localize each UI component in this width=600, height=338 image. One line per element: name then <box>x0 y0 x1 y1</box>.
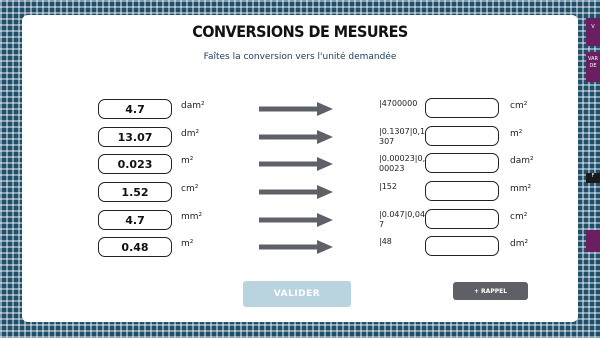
source-unit: dam² <box>181 101 205 111</box>
typed-answer-text: |0.00023|0,00023 <box>379 154 426 173</box>
conversion-row: 4.7 mm² |0.047|0,047 cm² <box>22 209 578 234</box>
arrow-right-icon <box>259 213 333 227</box>
arrow-right-icon <box>259 102 333 116</box>
answer-input[interactable] <box>425 209 499 229</box>
typed-answer-text: |0.047|0,047 <box>379 210 426 229</box>
side-tab-4[interactable] <box>586 230 600 252</box>
arrow-right-icon <box>259 157 333 171</box>
arrow-right-icon <box>259 240 333 254</box>
validate-button[interactable]: VALIDER <box>243 281 351 307</box>
source-value: 0.48 <box>98 237 172 257</box>
side-tab-1[interactable]: V <box>586 18 600 46</box>
reminder-button[interactable]: + RAPPEL <box>453 282 528 300</box>
side-tab-2[interactable]: VAR DE <box>586 52 600 82</box>
conversion-row: 4.7 dam² |4700000 cm² <box>22 98 578 123</box>
exercise-card: CONVERSIONS DE MESURES Faîtes la convers… <box>22 15 578 322</box>
answer-input[interactable] <box>425 236 499 256</box>
answer-input[interactable] <box>425 181 499 201</box>
side-tab-3[interactable]: F <box>586 173 600 183</box>
source-value: 4.7 <box>98 99 172 119</box>
source-value: 13.07 <box>98 127 172 147</box>
source-unit: dm² <box>181 129 200 139</box>
conversion-row: 0.48 m² |48 dm² <box>22 236 578 261</box>
source-value: 0.023 <box>98 154 172 174</box>
typed-answer-text: |152 <box>379 182 397 191</box>
typed-answer-text: |48 <box>379 237 392 246</box>
answer-input[interactable] <box>425 98 499 118</box>
arrow-right-icon <box>259 130 333 144</box>
conversion-row: 13.07 dm² |0.1307|0,1307 m² <box>22 126 578 151</box>
answer-input[interactable] <box>425 153 499 173</box>
conversion-row: 1.52 cm² |152 mm² <box>22 181 578 206</box>
target-unit: m² <box>510 129 523 139</box>
answer-input[interactable] <box>425 126 499 146</box>
typed-answer-text: |4700000 <box>379 99 418 108</box>
source-unit: m² <box>181 156 194 166</box>
target-unit: dm² <box>510 239 529 249</box>
target-unit: cm² <box>510 101 528 111</box>
source-unit: mm² <box>181 212 203 222</box>
page-title: CONVERSIONS DE MESURES <box>192 22 408 41</box>
source-value: 1.52 <box>98 182 172 202</box>
typed-answer-text: |0.1307|0,1307 <box>379 127 426 146</box>
arrow-right-icon <box>259 185 333 199</box>
target-unit: cm² <box>510 212 528 222</box>
instructions-text: Faîtes la conversion vers l'unité demand… <box>203 52 397 62</box>
source-unit: cm² <box>181 184 199 194</box>
conversion-row: 0.023 m² |0.00023|0,00023 dam² <box>22 153 578 178</box>
target-unit: mm² <box>510 184 532 194</box>
target-unit: dam² <box>510 156 534 166</box>
source-value: 4.7 <box>98 210 172 230</box>
source-unit: m² <box>181 239 194 249</box>
